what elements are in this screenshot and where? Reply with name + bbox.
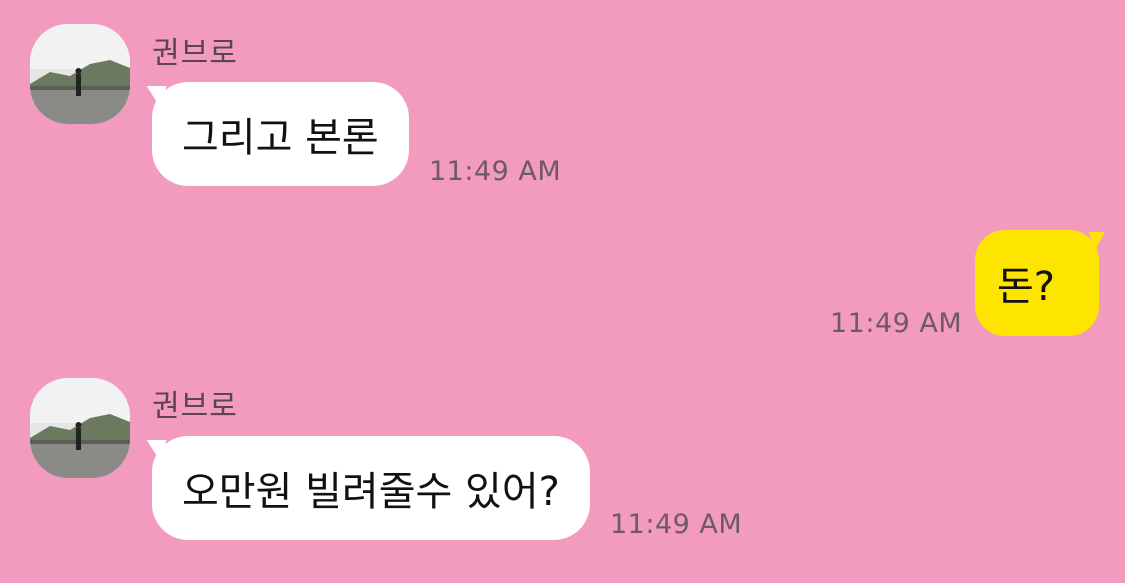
profile-photo-icon [30, 24, 130, 124]
message-timestamp: 11:49 AM [429, 156, 562, 187]
sender-avatar[interactable] [30, 24, 130, 124]
message-text: 그리고 본론 [182, 115, 379, 161]
message-bubble[interactable]: 돈? [975, 230, 1099, 336]
message-text: 돈? [997, 264, 1056, 310]
profile-photo-icon [30, 378, 130, 478]
message-bubble[interactable]: 오만원 빌려줄수 있어? [152, 436, 590, 540]
message-timestamp: 11:49 AM [610, 509, 743, 540]
chat-room: 권브로 그리고 본론 11:49 AM 11:49 AM 돈? 권브로 오만원 … [0, 0, 1125, 583]
sender-name: 권브로 [152, 389, 238, 424]
sender-name: 권브로 [152, 36, 238, 71]
sender-avatar[interactable] [30, 378, 130, 478]
message-bubble[interactable]: 그리고 본론 [152, 82, 409, 186]
message-timestamp: 11:49 AM [830, 308, 963, 339]
message-text: 오만원 빌려줄수 있어? [182, 469, 560, 515]
